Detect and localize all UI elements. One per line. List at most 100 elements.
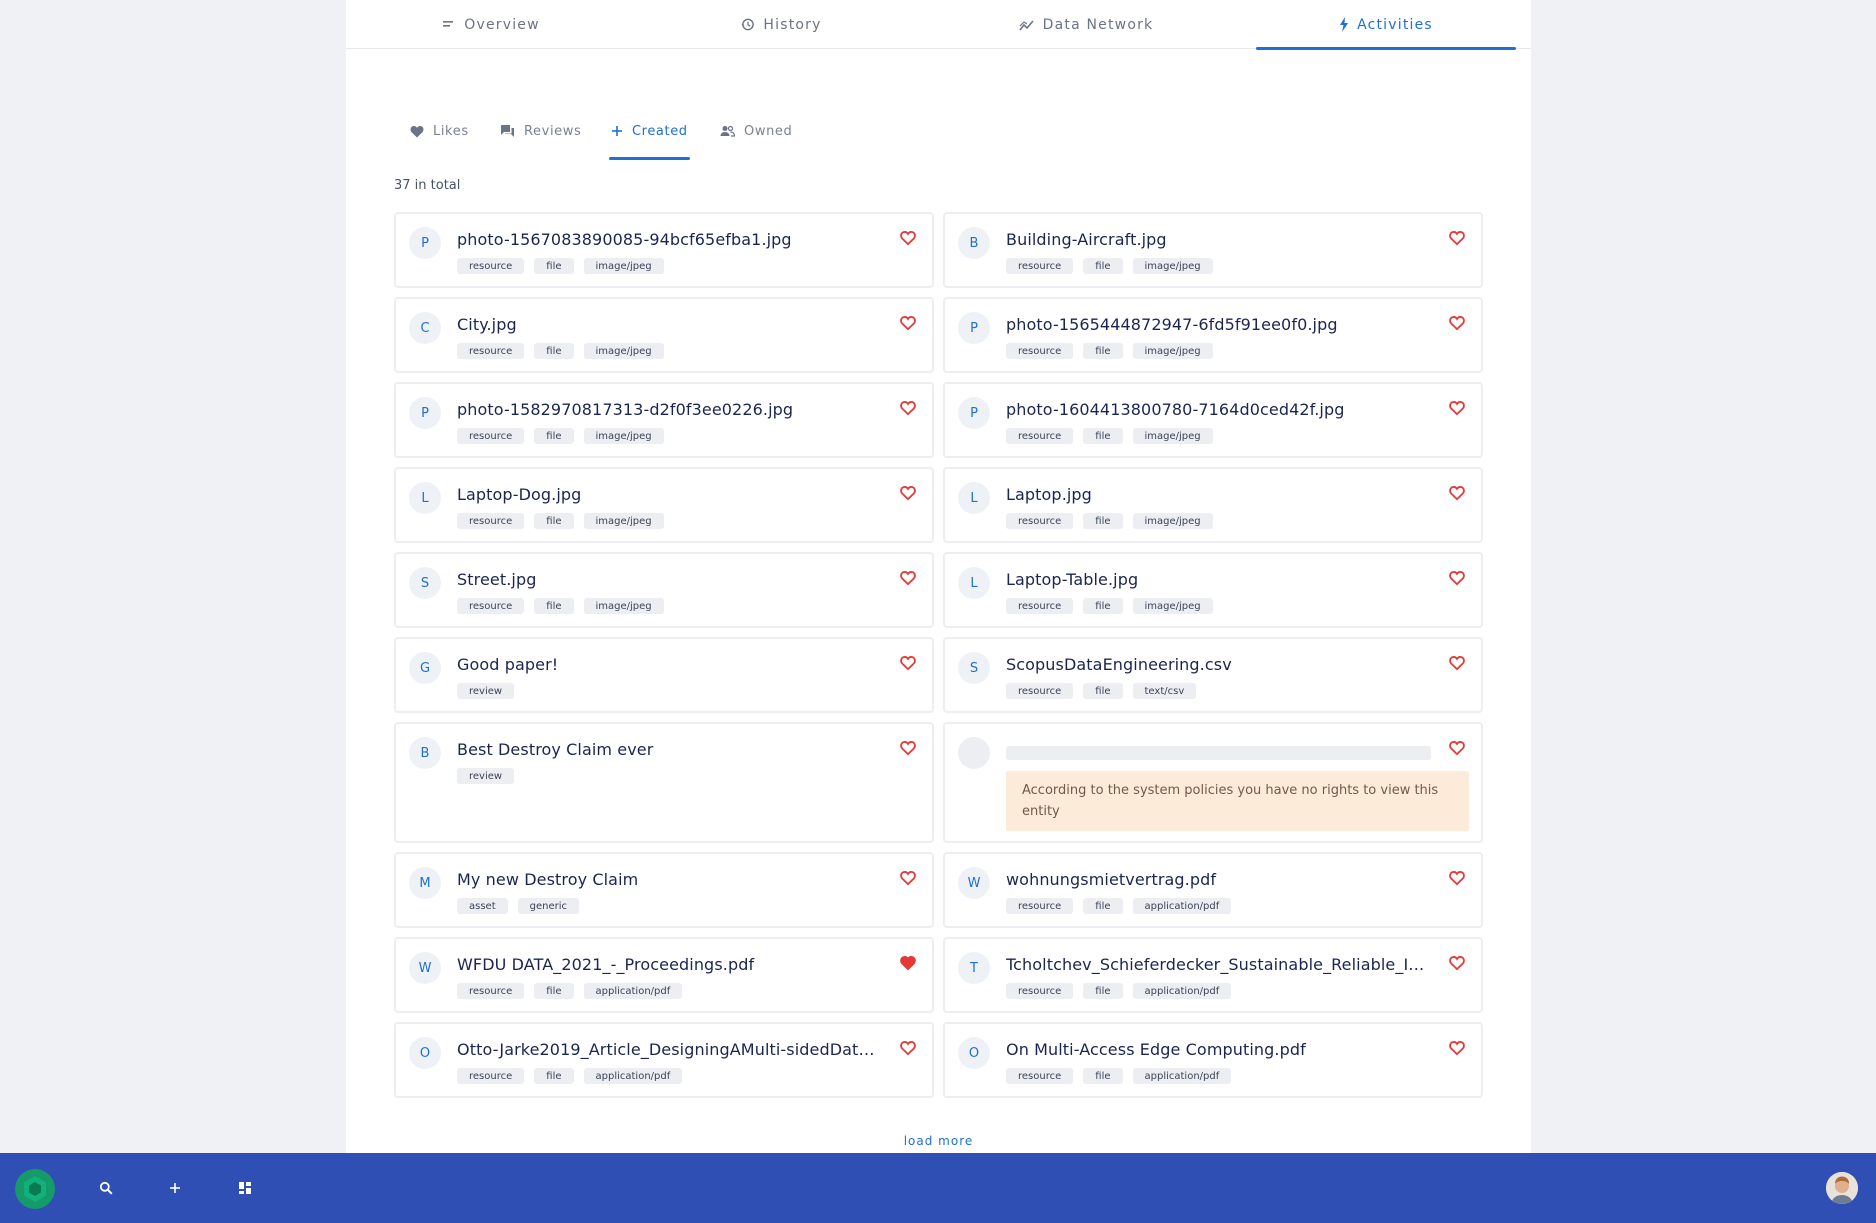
entity-title[interactable]: Laptop-Dog.jpg	[457, 485, 877, 504]
tag-chip: file	[1083, 513, 1123, 529]
entity-title[interactable]: Tcholtchev_Schieferdecker_Sustainable_Re…	[1006, 955, 1426, 974]
heart-outline-icon[interactable]	[1449, 655, 1465, 671]
entity-card[interactable]: O On Multi-Access Edge Computing.pdf resou…	[943, 1022, 1483, 1098]
entity-card[interactable]: L Laptop-Dog.jpg resource file image/jpeg	[394, 467, 934, 543]
tag-chip: file	[534, 1068, 574, 1084]
entity-title[interactable]: wohnungsmietvertrag.pdf	[1006, 870, 1426, 889]
tag-list: resource file image/jpeg	[457, 428, 664, 444]
entity-card[interactable]: Wwohnungsmietvertrag.pdf resource file appl…	[943, 852, 1483, 928]
tag-list: review	[457, 683, 515, 699]
heart-outline-icon[interactable]	[900, 1040, 916, 1056]
subtab-label: Created	[632, 123, 688, 139]
subtab-label: Reviews	[524, 123, 582, 139]
tab-data-network[interactable]: Data Network	[926, 0, 1246, 49]
subtab-reviews[interactable]: Reviews	[500, 110, 581, 152]
entity-title[interactable]: Laptop.jpg	[1006, 485, 1426, 504]
entity-title[interactable]: My new Destroy Claim	[457, 870, 877, 889]
entity-title[interactable]: On Multi-Access Edge Computing.pdf	[1006, 1040, 1426, 1059]
entity-card[interactable]: B Best Destroy Claim ever review	[394, 722, 934, 843]
subtab-likes[interactable]: Likes	[410, 110, 469, 152]
heart-outline-icon[interactable]	[900, 315, 916, 331]
entity-card[interactable]: S ScopusDataEngineering.csv resource file te…	[943, 637, 1483, 713]
entity-title[interactable]: Good paper!	[457, 655, 877, 674]
heart-outline-icon[interactable]	[1449, 400, 1465, 416]
entity-card[interactable]: C City.jpg resource file image/jpeg	[394, 297, 934, 373]
tag-chip: resource	[457, 428, 525, 444]
entity-title[interactable]: City.jpg	[457, 315, 877, 334]
entity-card[interactable]: G Good paper! review	[394, 637, 934, 713]
heart-outline-icon[interactable]	[900, 230, 916, 246]
tag-chip: generic	[517, 898, 580, 914]
tab-overview[interactable]: Overview	[346, 0, 636, 49]
heart-outline-icon[interactable]	[1449, 1040, 1465, 1056]
entity-card[interactable]: M My new Destroy Claim asset generic	[394, 852, 934, 928]
heart-icon	[410, 125, 424, 138]
entity-avatar: O	[409, 1037, 441, 1069]
entity-title[interactable]: Laptop-Table.jpg	[1006, 570, 1426, 589]
subtab-owned[interactable]: Owned	[720, 110, 792, 152]
heart-outline-icon[interactable]	[1449, 955, 1465, 971]
user-avatar[interactable]	[1826, 1172, 1858, 1204]
tag-chip: resource	[1006, 428, 1074, 444]
tag-chip: file	[534, 428, 574, 444]
dashboard-icon[interactable]	[233, 1176, 257, 1200]
heart-outline-icon[interactable]	[1449, 230, 1465, 246]
heart-outline-icon[interactable]	[1449, 870, 1465, 886]
entity-card[interactable]: B Building-Aircraft.jpg resource file image/…	[943, 212, 1483, 288]
heart-outline-icon[interactable]	[900, 485, 916, 501]
heart-outline-icon[interactable]	[1449, 570, 1465, 586]
tag-list: resource file image/jpeg	[1006, 598, 1213, 614]
tag-list: asset generic	[457, 898, 580, 914]
heart-outline-icon[interactable]	[900, 740, 916, 756]
entity-card[interactable]: Pphoto-1565444872947-6fd5f91ee0f0.jpg res…	[943, 297, 1483, 373]
plus-icon[interactable]	[163, 1176, 187, 1200]
entity-card[interactable]: Pphoto-1604413800780-7164d0ced42f.jpg res…	[943, 382, 1483, 458]
restricted-card[interactable]: According to the system policies you hav…	[943, 722, 1483, 843]
tag-list: resource file application/pdf	[1006, 983, 1232, 999]
heart-outline-icon[interactable]	[900, 400, 916, 416]
tag-chip: resource	[457, 1068, 525, 1084]
tag-chip: file	[1083, 898, 1123, 914]
heart-outline-icon[interactable]	[1449, 315, 1465, 331]
entity-avatar: M	[409, 867, 441, 899]
tab-history[interactable]: History	[636, 0, 926, 49]
entity-card[interactable]: L Laptop-Table.jpg resource file image/jpeg	[943, 552, 1483, 628]
tag-chip: file	[1083, 598, 1123, 614]
entity-card[interactable]: T Tcholtchev_Schieferdecker_Sustainable_R…	[943, 937, 1483, 1013]
history-icon	[740, 17, 755, 32]
entity-card[interactable]: Pphoto-1582970817313-d2f0f3ee0226.jpg res…	[394, 382, 934, 458]
entity-title[interactable]: photo-1582970817313-d2f0f3ee0226.jpg	[457, 400, 877, 419]
entity-title[interactable]: photo-1567083890085-94bcf65efba1.jpg	[457, 230, 877, 249]
heart-outline-icon[interactable]	[1449, 740, 1465, 756]
entity-card[interactable]: O Otto-Jarke2019_Article_DesigningAMulti-…	[394, 1022, 934, 1098]
entity-card[interactable]: W WFDU DATA_2021_-_Proceedings.pdf resourc…	[394, 937, 934, 1013]
subtab-created[interactable]: Created	[609, 110, 690, 160]
entity-card[interactable]: S Street.jpg resource file image/jpeg	[394, 552, 934, 628]
heart-outline-icon[interactable]	[1449, 485, 1465, 501]
entity-title[interactable]: WFDU DATA_2021_-_Proceedings.pdf	[457, 955, 877, 974]
entity-title[interactable]: photo-1565444872947-6fd5f91ee0f0.jpg	[1006, 315, 1426, 334]
load-more-link[interactable]: load more	[346, 1134, 1531, 1148]
tag-chip: file	[1083, 258, 1123, 274]
entity-card[interactable]: L Laptop.jpg resource file image/jpeg	[943, 467, 1483, 543]
entity-title[interactable]: photo-1604413800780-7164d0ced42f.jpg	[1006, 400, 1426, 419]
heart-outline-icon[interactable]	[900, 655, 916, 671]
tag-chip: file	[534, 598, 574, 614]
entity-title[interactable]: Best Destroy Claim ever	[457, 740, 877, 759]
entity-title[interactable]: Street.jpg	[457, 570, 877, 589]
search-icon[interactable]	[94, 1176, 118, 1200]
tag-list: resource file image/jpeg	[457, 258, 664, 274]
tab-activities[interactable]: Activities	[1256, 0, 1516, 50]
tag-chip: review	[457, 768, 515, 784]
entity-card[interactable]: Pphoto-1567083890085-94bcf65efba1.jpg res…	[394, 212, 934, 288]
app-logo[interactable]	[14, 1168, 56, 1210]
entity-title[interactable]: Otto-Jarke2019_Article_DesigningAMulti-s…	[457, 1040, 877, 1059]
tag-chip: resource	[1006, 513, 1074, 529]
heart-outline-icon[interactable]	[900, 870, 916, 886]
heart-filled-icon[interactable]	[900, 955, 916, 971]
heart-outline-icon[interactable]	[900, 570, 916, 586]
entity-title[interactable]: ScopusDataEngineering.csv	[1006, 655, 1426, 674]
entity-title[interactable]: Building-Aircraft.jpg	[1006, 230, 1426, 249]
sub-tabs: Likes Reviews Created Owned	[346, 110, 1531, 160]
tag-chip: file	[1083, 983, 1123, 999]
